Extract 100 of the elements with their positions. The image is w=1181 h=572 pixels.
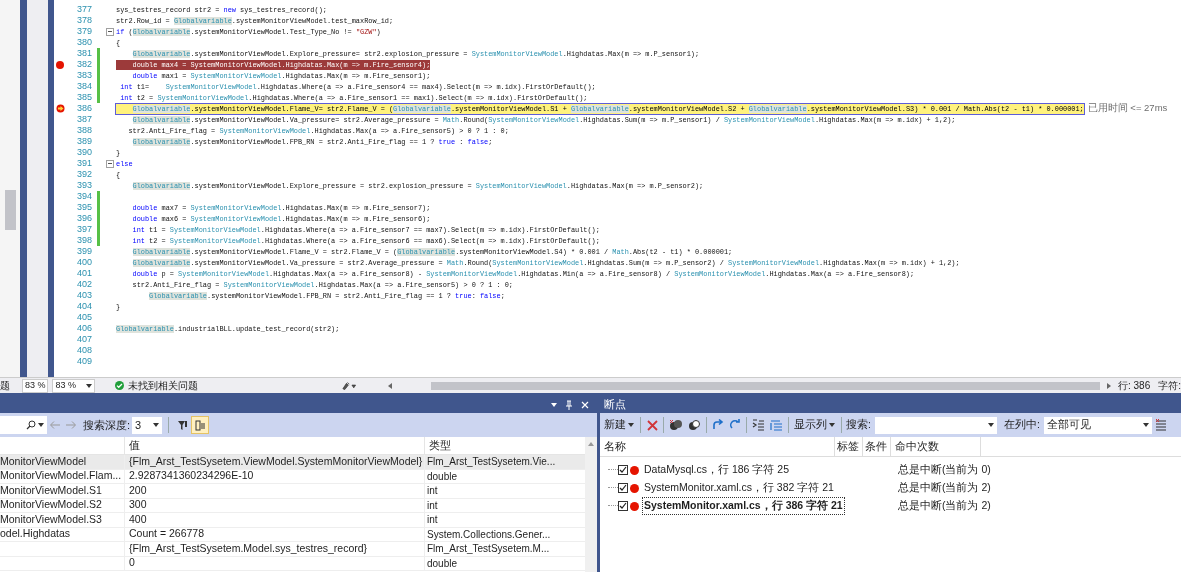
close-icon[interactable] [581, 401, 589, 409]
table-cell-text: Flm_Arst_TestSysetem.Vie... [427, 455, 556, 470]
line-number: 388 [75, 123, 92, 137]
table-cell-text: int [427, 484, 438, 499]
column-header[interactable]: 命中次数 [891, 437, 981, 456]
line-number: 394 [75, 189, 92, 203]
line-number: 404 [75, 299, 92, 313]
table-cell-text: 0 [129, 555, 135, 571]
scrollbar[interactable] [5, 190, 16, 230]
caret-icon[interactable] [829, 422, 835, 428]
watch-row[interactable]: {Flm_Arst_TestSysetem.Model.sys_testres_record} Flm_Arst_TestSysetem.M... [0, 542, 585, 557]
column-header[interactable]: 条件 [863, 437, 891, 456]
table-cell-text: odel.Highdatas [0, 526, 71, 542]
line-number: 409 [75, 354, 92, 368]
line-number: 380 [75, 35, 92, 49]
caret-icon[interactable] [1142, 422, 1149, 428]
new-dropdown[interactable]: 新建 [602, 417, 636, 433]
table-cell-text: MonitorViewModel.S1 [0, 482, 102, 498]
view-toggle-icon[interactable] [191, 416, 210, 434]
hit-count: 总是中断(当前为 2) [898, 498, 991, 514]
zoom-level: 83 % [21, 378, 49, 393]
caret-icon[interactable] [628, 422, 634, 428]
line-number: 406 [75, 321, 92, 335]
caret-icon[interactable] [153, 422, 160, 428]
column-header[interactable]: 名称 [600, 437, 835, 456]
table-cell-text: {Flm_Arst_TestSysetem.Model.sys_testres_record} [129, 540, 368, 556]
breakpoint-item[interactable]: DataMysql.cs，行 186 字符 25 [642, 461, 791, 479]
hit-count: 总是中断(当前为 0) [898, 462, 991, 478]
panel-title: 断点 [604, 397, 626, 413]
line-number: 384 [75, 79, 92, 93]
table-cell-text: 400 [129, 511, 147, 527]
line-number: 400 [75, 255, 92, 269]
table-cell-text: double [427, 469, 458, 484]
column-header[interactable]: 值 [125, 437, 425, 454]
checkbox[interactable] [618, 501, 628, 511]
line-number: 392 [75, 167, 92, 181]
hit-count: 总是中断(当前为 2) [898, 480, 991, 496]
column-position: 字符: [1158, 379, 1181, 393]
watch-row[interactable]: MonitorViewModel {Flm_Arst_TestSysetem.ViewModel.SystemMonitorViewModel} Flm_Arst_TestSysetem.Vie... [0, 455, 585, 470]
elapsed-time-hint: 已用时间 <= 27ms [1087, 101, 1168, 116]
breakpoint-item[interactable]: SystemMonitor.xaml.cs，行 386 字符 21 [642, 497, 845, 515]
line-number: 385 [75, 90, 92, 104]
scroll-left-icon[interactable] [386, 382, 393, 389]
vertical-scrollbar[interactable] [585, 437, 597, 572]
line-number: 395 [75, 200, 92, 214]
line-number: 396 [75, 211, 92, 225]
ok-icon [114, 381, 124, 390]
table-cell-text: MonitorViewModel [0, 453, 87, 469]
line-number: 399 [75, 244, 92, 258]
table-cell-text: int [427, 498, 438, 513]
pin-icon[interactable] [565, 400, 573, 410]
line-number: 378 [75, 13, 92, 27]
line-number: 381 [75, 46, 92, 60]
line-number: 382 [75, 57, 92, 71]
line-number: 393 [75, 178, 92, 192]
search-icon [26, 420, 36, 430]
table-cell-text: Flm_Arst_TestSysetem.M... [427, 542, 550, 557]
column-header[interactable]: 标签 [835, 437, 863, 456]
search-label: 搜索: [846, 417, 871, 433]
search-depth-dropdown[interactable]: 3 [132, 416, 163, 434]
watch-row[interactable]: MonitorViewModel.S1 200 int [0, 484, 585, 499]
search-field[interactable] [874, 416, 997, 434]
table-cell-text: System.Collections.Gener... [427, 527, 551, 542]
line-number: 391 [75, 156, 92, 170]
checkbox[interactable] [618, 465, 628, 475]
collapse-icon[interactable] [106, 159, 114, 168]
columns-dropdown[interactable]: 显示列 [792, 417, 837, 433]
caret-icon[interactable] [987, 422, 994, 428]
line-number: 386 [75, 101, 92, 115]
status-label: 题 [0, 379, 11, 393]
checkbox[interactable] [618, 483, 628, 493]
line-number: 398 [75, 233, 92, 247]
table-cell-text: MonitorViewModel.S2 [0, 497, 102, 513]
table-cell-text: 200 [129, 482, 147, 498]
breakpoint-icon[interactable] [56, 60, 64, 69]
column-dropdown[interactable]: 全部可见 [1043, 416, 1152, 434]
search-depth-label: 搜索深度: [83, 417, 131, 433]
zoom-dropdown[interactable]: 83 % [52, 378, 95, 393]
brush-icon[interactable] [342, 380, 357, 391]
line-number: 397 [75, 222, 92, 236]
line-number: 377 [75, 2, 92, 16]
horizontal-scrollbar[interactable] [430, 381, 1100, 390]
import-icon[interactable] [750, 416, 767, 434]
issues-status[interactable]: 未找到相关问题 [114, 378, 233, 393]
table-cell-text: MonitorViewModel.S3 [0, 511, 102, 527]
table-cell-text: {Flm_Arst_TestSysetem.ViewModel.SystemMonitorViewModel} [129, 453, 423, 469]
column-header[interactable]: 类型 [425, 437, 585, 454]
scroll-right-icon[interactable] [1105, 382, 1112, 389]
table-cell-text: MonitorViewModel.Flam... [0, 468, 122, 484]
line-number: 405 [75, 310, 92, 324]
line-number: 408 [75, 343, 92, 357]
breakpoint-item[interactable]: SystemMonitor.xaml.cs，行 382 字符 21 [642, 479, 836, 497]
dropdown-icon[interactable] [551, 402, 557, 408]
search-field[interactable] [0, 416, 47, 434]
caret-icon[interactable] [38, 422, 44, 428]
caret-icon[interactable] [85, 382, 92, 389]
watch-row[interactable]: MonitorViewModel.S3 400 int [0, 513, 585, 528]
table-cell-text: int [427, 513, 438, 528]
collapse-icon[interactable] [106, 27, 114, 36]
line-number: 407 [75, 332, 92, 346]
